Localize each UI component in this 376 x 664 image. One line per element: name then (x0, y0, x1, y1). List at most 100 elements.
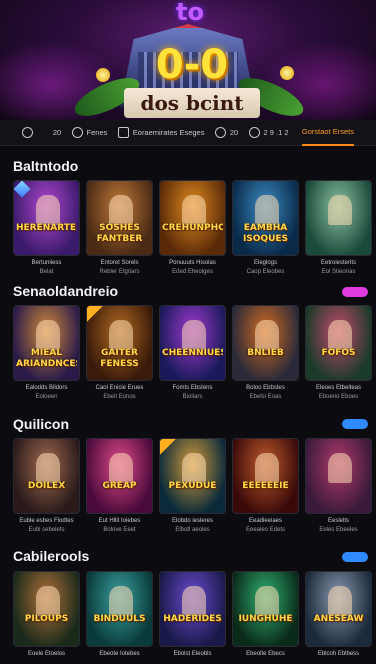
game-art-title (308, 481, 369, 503)
game-thumbnail[interactable]: EAMBHA ISOQUES (232, 180, 299, 256)
nav-item-2[interactable]: Fenes (71, 120, 108, 146)
game-row: MIEAL ARIANDNCES Ealodds Bildors Eoloeen… (13, 305, 373, 405)
game-thumbnail[interactable]: CHEENNIUES (159, 305, 226, 381)
game-thumbnail[interactable]: IUNGHUHE (232, 571, 299, 647)
game-card[interactable]: FOFOS Eleoes Etbelteas Eboeno Eboes (305, 305, 372, 405)
game-card[interactable]: EEEEEEIE Eeadieeiaes Eeeaieo Edets (232, 438, 299, 538)
nav-item-3[interactable]: Eoraemirates Eseges (117, 120, 205, 146)
game-thumbnail[interactable]: ANESEAW (305, 571, 372, 647)
game-provider: Bioliars (182, 394, 203, 400)
game-thumbnail[interactable] (305, 438, 372, 514)
game-card[interactable]: Eetroiesterits Eol Stieonas (305, 180, 372, 280)
game-provider: Eoloeen (35, 394, 58, 400)
game-provider: Rebler Etgriars (99, 269, 140, 275)
hero-flower-right (280, 66, 294, 80)
nav-label: Gorstaot Ersets (301, 127, 354, 136)
clock-icon (214, 127, 226, 138)
nav-search[interactable] (22, 120, 37, 146)
hero-score: 0-0 (155, 42, 229, 88)
game-art-title: SOSHES FANTBER (96, 223, 143, 244)
game-thumbnail[interactable]: GREAP (86, 438, 153, 514)
nav-label: Fenes (86, 128, 108, 137)
game-name: Ponuuuts Hisolas (169, 260, 216, 266)
brand-logo[interactable]: to (172, 0, 208, 24)
game-card[interactable]: GAITER FENESS Caol Enicie Erues Ebeit Eo… (86, 305, 153, 405)
game-provider: Eeles Ebeeles (319, 527, 358, 533)
game-card[interactable]: PEXUDUE Elobdo iesleres Elbotl aeoles (159, 438, 226, 538)
game-name: Ebeolte Ebecs (246, 651, 285, 657)
game-art-title: FOFOS (321, 348, 356, 358)
game-thumbnail[interactable] (305, 180, 372, 256)
game-thumbnail[interactable]: HADERIDES (159, 571, 226, 647)
game-row: DOILEX Euble esbes Flodtes Eubl sebelets… (13, 438, 373, 538)
game-card[interactable]: HADERIDES Ebolst Eleobls (159, 571, 226, 664)
game-name: Eut Hllit Ioiebes (98, 518, 141, 524)
game-name: Eleglogs (253, 260, 277, 266)
game-card[interactable]: DOILEX Euble esbes Flodtes Eubl sebelets (13, 438, 80, 538)
view-all-pill[interactable] (342, 419, 368, 429)
game-card[interactable]: EAMBHA ISOQUES Eleglogs Caop Eleobes (232, 180, 299, 280)
game-art-title: GREAP (102, 481, 137, 491)
game-card[interactable]: CREHUNPHO Ponuuuts Hisolas Eded Eheolges (159, 180, 226, 280)
nav-item-5[interactable]: 2 9 .1 2 (248, 120, 289, 146)
game-art-title: MIEAL ARIANDNCES (16, 348, 77, 369)
game-art-title: CREHUNPHO (162, 223, 223, 233)
game-thumbnail[interactable]: GAITER FENESS (86, 305, 153, 381)
game-card[interactable]: BINDUULS Ebeote Iotebes (86, 571, 153, 664)
game-art-title: PILOUPS (24, 614, 69, 624)
game-art-title: EEEEEEIE (242, 481, 289, 491)
game-card[interactable]: Eeslelts Eeles Ebeeles (305, 438, 372, 538)
game-thumbnail[interactable]: FOFOS (305, 305, 372, 381)
game-thumbnail[interactable]: BINDUULS (86, 571, 153, 647)
game-name: Ealodds Bildors (25, 385, 68, 391)
view-all-pill[interactable] (342, 287, 368, 297)
game-row: PILOUPS Eoele Etoelos BINDUULS Ebeote Io… (13, 571, 373, 664)
game-card[interactable]: IUNGHUHE Ebeolte Ebecs (232, 571, 299, 664)
game-provider: Eboeno Eboes (318, 394, 359, 400)
game-art-title: HERENARTES (16, 223, 77, 233)
game-art-title: BINDUULS (93, 614, 146, 624)
nav-label: Eoraemirates Eseges (132, 128, 205, 137)
chip-icon (71, 127, 83, 138)
game-provider: Eeeaieo Edets (245, 527, 286, 533)
game-name: Boloo Ebbstes (246, 385, 285, 391)
nav-item-4[interactable]: 20 (214, 120, 238, 146)
game-name: Eeadieeiaes (248, 518, 283, 524)
game-thumbnail[interactable]: CREHUNPHO (159, 180, 226, 256)
game-card[interactable]: CHEENNIUES Fomts Ebstens Bioliars (159, 305, 226, 405)
hero-banner[interactable]: to 0-0 dos bcint (0, 0, 376, 120)
game-provider: Eol Stieonas (321, 269, 356, 275)
game-card[interactable]: PILOUPS Eoele Etoelos (13, 571, 80, 664)
game-card[interactable]: SOSHES FANTBER Entoret Sorels Rebler Etg… (86, 180, 153, 280)
hero-flower-left (96, 68, 110, 82)
game-thumbnail[interactable]: EEEEEEIE (232, 438, 299, 514)
game-card[interactable]: HERENARTES Bertuniiess Belat (13, 180, 80, 280)
nav-item-active[interactable]: Gorstaot Ersets (301, 120, 354, 146)
game-card[interactable]: GREAP Eut Hllit Ioiebes Bolove Eeet (86, 438, 153, 538)
game-art-title: IUNGHUHE (238, 614, 293, 624)
game-thumbnail[interactable]: BNLIEB (232, 305, 299, 381)
game-provider: Eubl sebelets (28, 527, 65, 533)
game-thumbnail[interactable]: PILOUPS (13, 571, 80, 647)
game-name: Ebolst Eleobls (173, 651, 212, 657)
game-thumbnail[interactable]: SOSHES FANTBER (86, 180, 153, 256)
game-thumbnail[interactable]: DOILEX (13, 438, 80, 514)
game-name: Caol Enicie Erues (95, 385, 144, 391)
game-card[interactable]: MIEAL ARIANDNCES Ealodds Bildors Eoloeen (13, 305, 80, 405)
game-art-title (308, 223, 369, 245)
game-name: Eeslelts (327, 518, 349, 524)
game-thumbnail[interactable]: HERENARTES (13, 180, 80, 256)
view-all-pill[interactable] (342, 552, 368, 562)
game-name: Euble esbes Flodtes (19, 518, 74, 524)
star-icon (248, 127, 260, 138)
game-card[interactable]: ANESEAW Eblcoh Eblbess (305, 571, 372, 664)
game-provider: Ebelsi Eoas (249, 394, 282, 400)
new-ribbon-icon (87, 306, 103, 322)
game-provider: Caop Eleobes (246, 269, 285, 275)
game-name: Eetroiesterits (320, 260, 356, 266)
game-thumbnail[interactable]: MIEAL ARIANDNCES (13, 305, 80, 381)
game-thumbnail[interactable]: PEXUDUE (159, 438, 226, 514)
game-card[interactable]: BNLIEB Boloo Ebbstes Ebelsi Eoas (232, 305, 299, 405)
nav-item-1[interactable]: 20 (49, 120, 61, 146)
game-name: Eoele Etoelos (27, 651, 66, 657)
